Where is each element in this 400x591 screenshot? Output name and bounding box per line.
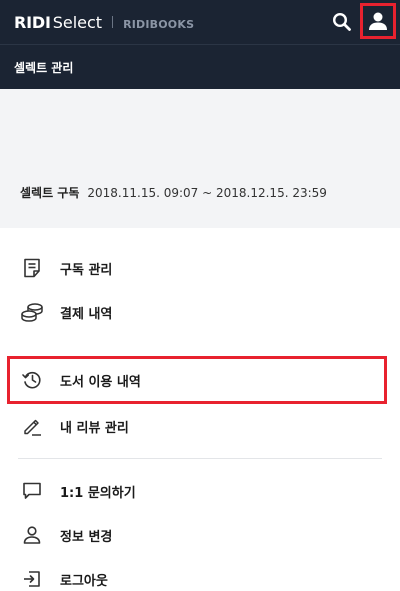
top-navigation-bar: RIDI Select RIDIBOOKS <box>0 0 400 44</box>
subscription-info: 셀렉트 구독 2018.11.15. 09:07 ~ 2018.12.15. 2… <box>20 184 327 201</box>
menu-item-label: 도서 이용 내역 <box>60 374 141 390</box>
menu-group-account: 1:1 문의하기 정보 변경 로그아웃 <box>0 459 400 591</box>
menu-item-subscription-management[interactable]: 구독 관리 <box>0 246 400 290</box>
subscription-panel: 셀렉트 구독 2018.11.15. 09:07 ~ 2018.12.15. 2… <box>0 89 400 228</box>
profile-button[interactable] <box>360 3 396 39</box>
pencil-icon <box>20 414 44 438</box>
menu-item-edit-info[interactable]: 정보 변경 <box>0 513 400 557</box>
search-icon <box>332 12 351 31</box>
menu-item-inquiry[interactable]: 1:1 문의하기 <box>0 469 400 513</box>
search-button[interactable] <box>330 10 354 34</box>
menu-item-label: 1:1 문의하기 <box>60 485 136 501</box>
sub-header: 셀렉트 관리 <box>0 44 400 89</box>
menu-item-label: 구독 관리 <box>60 262 113 278</box>
menu-item-label: 정보 변경 <box>60 529 113 545</box>
chat-icon <box>20 479 44 503</box>
menu-item-label: 로그아웃 <box>60 573 108 589</box>
coins-icon <box>20 300 44 324</box>
menu-item-my-reviews[interactable]: 내 리뷰 관리 <box>0 404 400 448</box>
page-title: 셀렉트 관리 <box>14 60 74 75</box>
brand-sub-text: Select <box>52 12 103 32</box>
menu-item-logout[interactable]: 로그아웃 <box>0 557 400 591</box>
brand-main-text: RIDI <box>14 12 51 32</box>
menu-group-subscription: 구독 관리 결제 내역 <box>0 228 400 344</box>
brand-logo[interactable]: RIDI Select RIDIBOOKS <box>14 13 194 32</box>
brand-divider <box>112 16 114 28</box>
logout-icon <box>20 567 44 591</box>
document-icon <box>20 256 44 280</box>
menu-group-books: 도서 이용 내역 내 리뷰 관리 <box>0 344 400 458</box>
history-icon <box>20 368 44 392</box>
menu-item-book-usage-history[interactable]: 도서 이용 내역 <box>7 356 387 404</box>
menu-item-label: 내 리뷰 관리 <box>60 420 129 436</box>
subscription-label: 셀렉트 구독 <box>20 186 80 200</box>
ridibooks-link[interactable]: RIDIBOOKS <box>123 18 194 31</box>
user-icon <box>20 523 44 547</box>
subscription-period: 2018.11.15. 09:07 ~ 2018.12.15. 23:59 <box>87 186 327 200</box>
menu-item-payment-history[interactable]: 결제 내역 <box>0 290 400 334</box>
user-icon <box>369 12 387 30</box>
menu-item-label: 결제 내역 <box>60 306 113 322</box>
